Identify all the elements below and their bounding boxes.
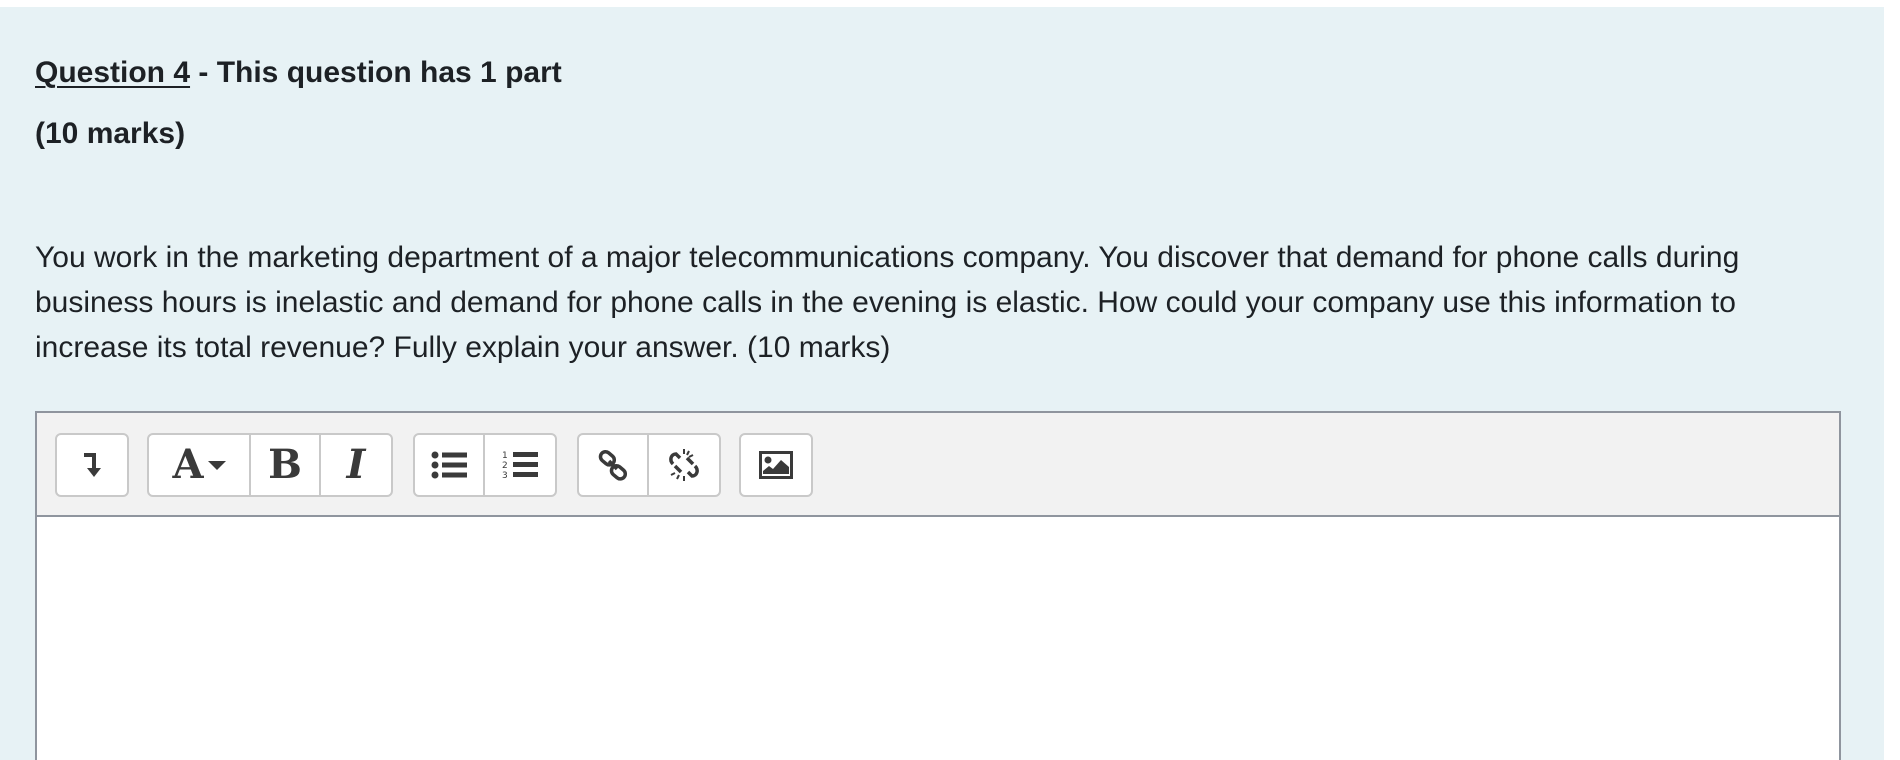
svg-text:2: 2 bbox=[502, 461, 508, 471]
toolbar-group-media bbox=[739, 433, 813, 497]
italic-icon: I bbox=[346, 441, 366, 488]
toolbar-group-lists: 1 2 3 bbox=[413, 433, 557, 497]
toolbar-group-links bbox=[577, 433, 721, 497]
bold-button[interactable]: B bbox=[251, 435, 321, 495]
question-text: You work in the marketing department of … bbox=[35, 235, 1865, 370]
toolbar-group-more bbox=[55, 433, 129, 497]
question-title-suffix: - This question has 1 part bbox=[190, 56, 562, 89]
question-text-line: You work in the marketing department of … bbox=[35, 241, 1740, 274]
chevron-down-icon bbox=[207, 461, 226, 470]
question-marks: (10 marks) bbox=[35, 117, 186, 150]
image-icon bbox=[759, 451, 793, 479]
question-heading: Question 4 - This question has 1 part bbox=[35, 55, 562, 91]
unordered-list-icon bbox=[431, 451, 467, 479]
paragraph-styles-button[interactable]: A bbox=[149, 435, 251, 495]
editor-toolbar: A B I 1 2 3 bbox=[37, 413, 1839, 517]
rich-text-editor: A B I 1 2 3 bbox=[35, 411, 1841, 760]
paragraph-styles-icon: A bbox=[172, 441, 204, 488]
italic-button[interactable]: I bbox=[321, 435, 391, 495]
ordered-list-icon: 1 2 3 bbox=[502, 451, 538, 481]
page: Question 4 - This question has 1 part (1… bbox=[0, 0, 1900, 760]
toolbar-group-text: A B I bbox=[147, 433, 393, 497]
answer-text-area[interactable] bbox=[37, 517, 1839, 760]
insert-image-button[interactable] bbox=[741, 435, 811, 495]
bold-icon: B bbox=[268, 441, 302, 488]
unlink-icon bbox=[669, 449, 699, 481]
svg-text:3: 3 bbox=[502, 471, 508, 481]
question-text-line: business hours is inelastic and demand f… bbox=[35, 286, 1736, 319]
link-icon bbox=[598, 449, 628, 481]
question-panel: Question 4 - This question has 1 part (1… bbox=[0, 7, 1884, 760]
svg-text:1: 1 bbox=[502, 451, 508, 461]
show-more-buttons-button[interactable] bbox=[57, 435, 127, 495]
unlink-button[interactable] bbox=[649, 435, 719, 495]
link-button[interactable] bbox=[579, 435, 649, 495]
question-text-line: increase its total revenue? Fully explai… bbox=[35, 331, 891, 364]
unordered-list-button[interactable] bbox=[415, 435, 485, 495]
show-more-buttons-icon bbox=[84, 453, 101, 477]
question-number-link[interactable]: Question 4 bbox=[35, 56, 190, 89]
ordered-list-button[interactable]: 1 2 3 bbox=[485, 435, 555, 495]
